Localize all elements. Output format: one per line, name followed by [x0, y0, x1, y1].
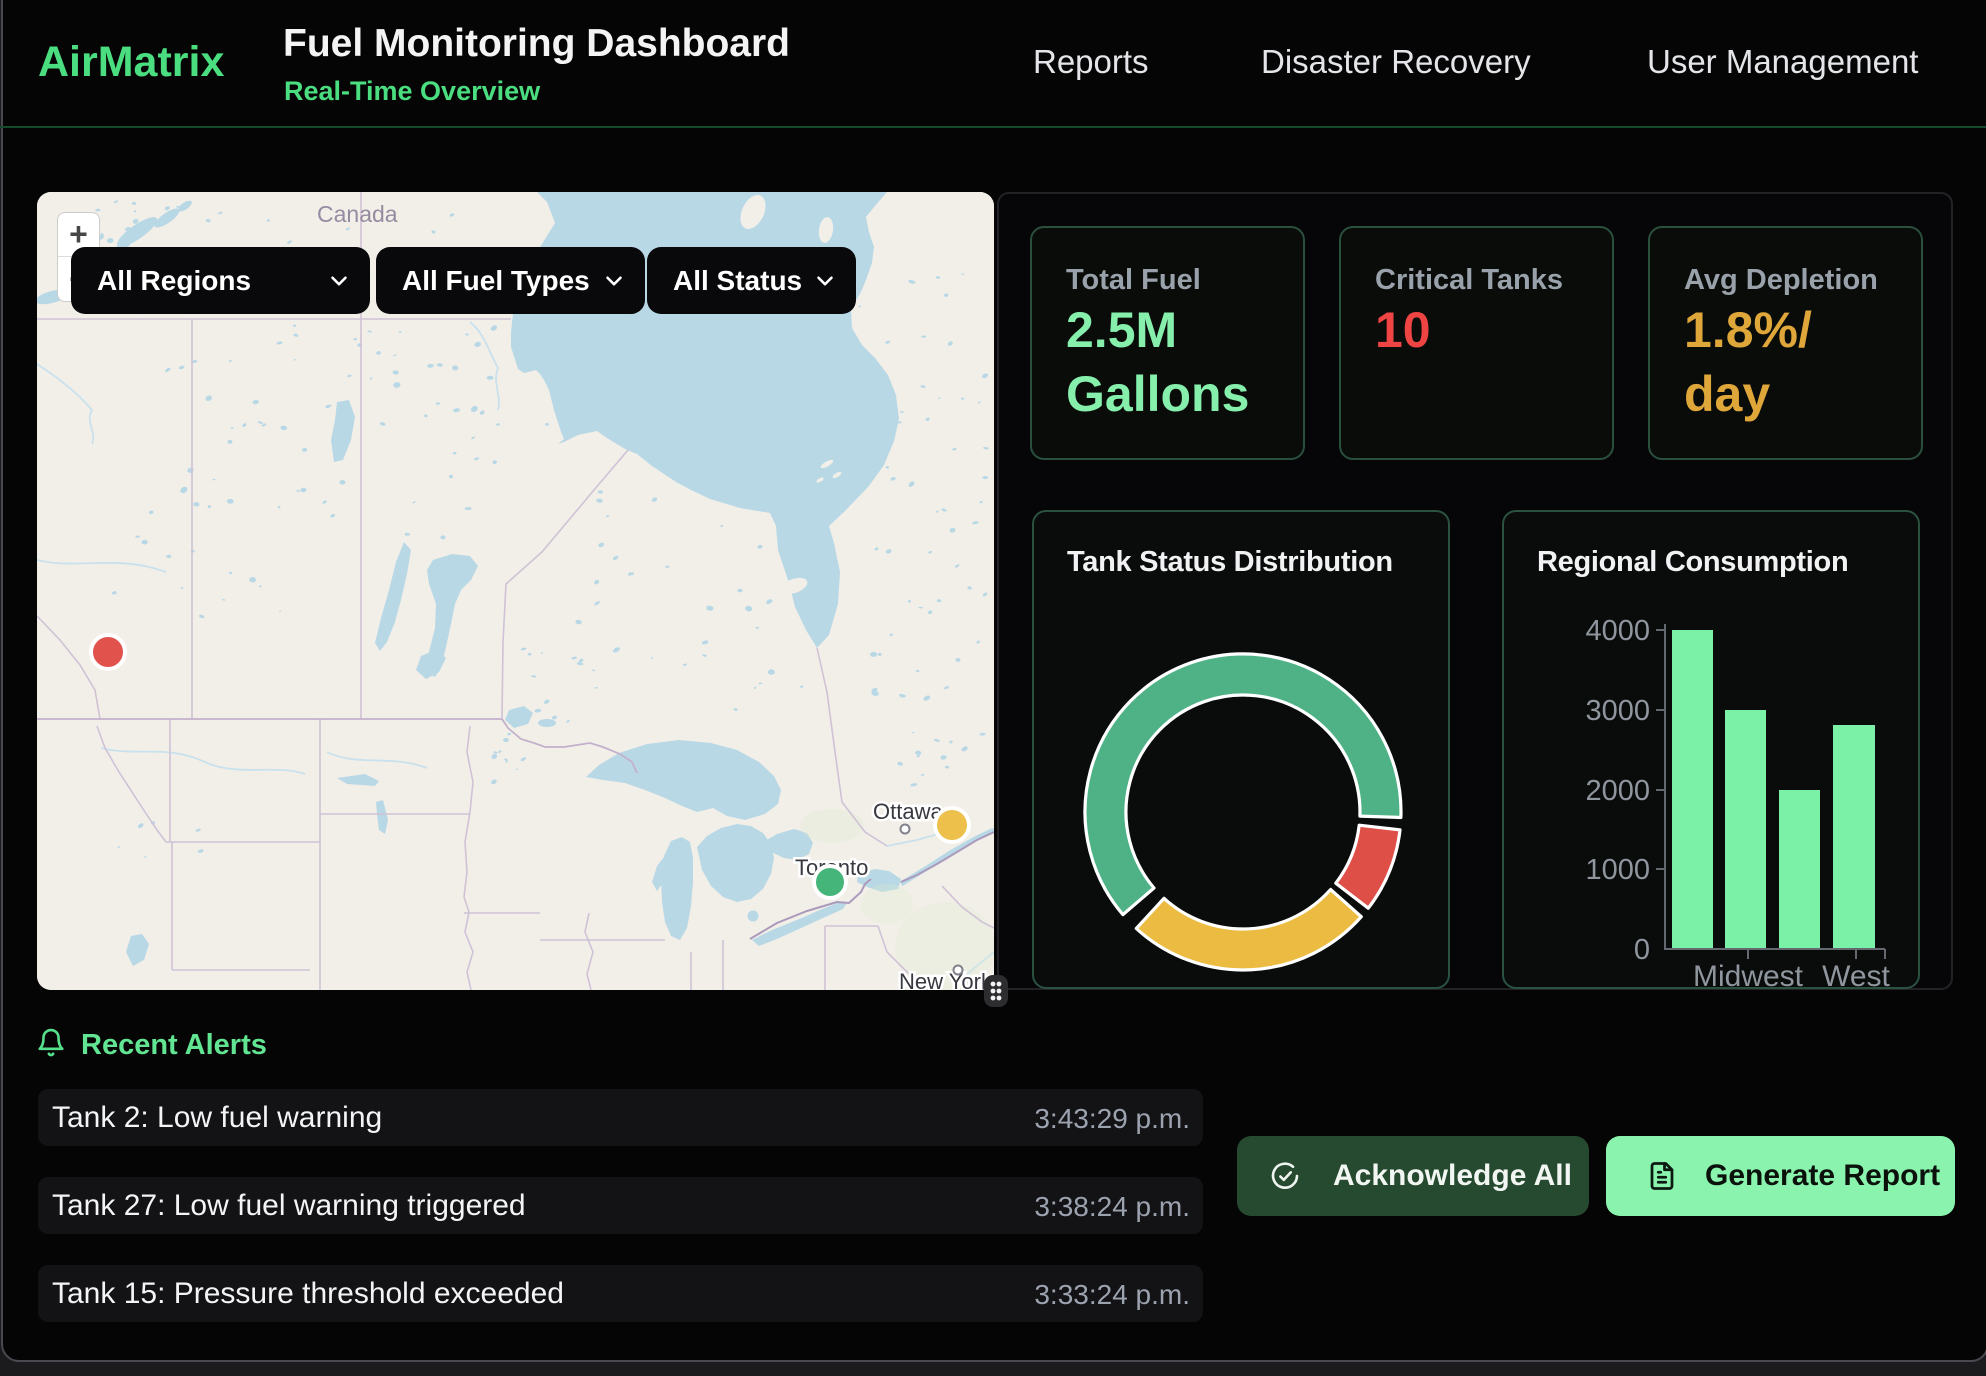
svg-text:2000: 2000 [1585, 775, 1650, 807]
svg-text:4000: 4000 [1585, 615, 1650, 647]
svg-text:Canada: Canada [317, 201, 398, 227]
svg-text:Ottawa: Ottawa [873, 799, 943, 824]
svg-text:3000: 3000 [1585, 695, 1650, 727]
svg-text:1000: 1000 [1585, 854, 1650, 886]
svg-text:New York: New York [899, 969, 993, 990]
svg-text:Midwest: Midwest [1693, 960, 1804, 991]
svg-text:0: 0 [1634, 934, 1650, 966]
svg-text:West: West [1822, 960, 1890, 991]
